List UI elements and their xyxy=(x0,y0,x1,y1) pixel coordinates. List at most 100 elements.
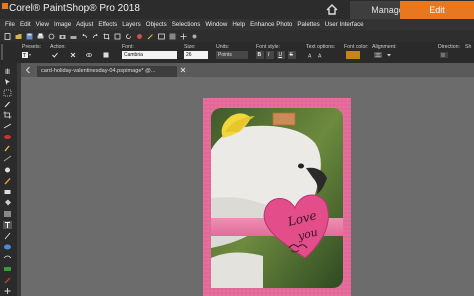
menu-objects[interactable]: Objects xyxy=(146,21,167,28)
svg-text:A: A xyxy=(308,54,312,59)
document-tab-bar: card-holiday-valentinesday-04.pspimage* … xyxy=(21,63,474,77)
grid-icon[interactable] xyxy=(180,33,187,40)
undo-icon[interactable] xyxy=(81,33,88,40)
menu-user-interface[interactable]: User Interface xyxy=(325,21,364,28)
scratch-remover-icon[interactable] xyxy=(3,155,12,163)
direction-icon[interactable] xyxy=(440,52,448,58)
align-center-icon[interactable] xyxy=(374,52,382,58)
subscript-icon[interactable]: A xyxy=(318,52,324,59)
document-canvas[interactable]: Love you xyxy=(203,98,351,296)
menu-bar: File Edit View Image Adjust Effects Laye… xyxy=(0,19,474,30)
app-logo-icon xyxy=(2,3,8,9)
font-color-swatch[interactable] xyxy=(346,51,360,59)
rotate-icon[interactable] xyxy=(125,33,132,40)
save-icon[interactable] xyxy=(26,33,33,40)
pen-tool-icon[interactable] xyxy=(3,232,12,240)
menu-view[interactable]: View xyxy=(36,21,49,28)
action-label: Action: xyxy=(50,44,66,50)
gradient-tool-icon[interactable] xyxy=(3,210,12,218)
cancel-x-icon[interactable] xyxy=(70,52,76,58)
warp-tool-icon[interactable] xyxy=(3,254,12,262)
home-icon[interactable] xyxy=(323,2,341,17)
superscript-icon[interactable]: A xyxy=(308,52,314,59)
tab-edit[interactable]: Edit xyxy=(400,1,474,19)
align-dropdown-icon[interactable] xyxy=(386,52,392,58)
font-select[interactable]: Cambria xyxy=(122,51,177,59)
menu-file[interactable]: File xyxy=(5,21,15,28)
straighten-tool-icon[interactable] xyxy=(3,122,12,130)
text-tool-icon[interactable] xyxy=(3,221,12,229)
new-file-icon[interactable] xyxy=(4,32,11,40)
menu-layers[interactable]: Layers xyxy=(122,21,141,28)
menu-effects[interactable]: Effects xyxy=(98,21,117,28)
camera-icon[interactable] xyxy=(59,33,66,40)
svg-text:A: A xyxy=(318,54,322,59)
smart-fix-icon[interactable] xyxy=(147,33,154,40)
menu-edit[interactable]: Edit xyxy=(20,21,31,28)
text-path-icon[interactable] xyxy=(103,52,109,58)
tool-options-palette: Presets: T Action: Font: Cambria Size: 2… xyxy=(0,42,474,63)
size-select[interactable]: 26 xyxy=(184,51,208,59)
scroll-tabs-left-icon[interactable] xyxy=(24,66,32,74)
app-title: Corel® PaintShop® Pro 2018 xyxy=(9,3,140,14)
print-icon[interactable] xyxy=(37,33,44,40)
shape-tool-icon[interactable] xyxy=(3,243,12,251)
alignment-label: Alignment: xyxy=(372,44,397,50)
menu-palettes[interactable]: Palettes xyxy=(297,21,319,28)
fill-tool-icon[interactable] xyxy=(3,199,12,207)
pan-tool-icon[interactable] xyxy=(3,67,12,75)
font-label: Font: xyxy=(122,44,134,50)
units-label: Units: xyxy=(216,44,230,50)
show-label: Sh xyxy=(465,44,472,50)
presets-dropdown-icon[interactable]: T xyxy=(22,52,32,58)
underline-button[interactable]: U xyxy=(277,51,285,59)
open-folder-icon[interactable] xyxy=(15,33,22,40)
text-options-label: Text options: xyxy=(306,44,336,50)
magic-fill-icon[interactable] xyxy=(3,276,12,284)
paint-brush-icon[interactable] xyxy=(3,177,12,185)
title-bar: Corel® PaintShop® Pro 2018 Manage Edit xyxy=(0,0,474,19)
red-eye-tool-icon[interactable] xyxy=(3,133,12,141)
smart-carver-icon[interactable] xyxy=(3,265,12,273)
standard-toolbar xyxy=(0,30,474,42)
eraser-tool-icon[interactable] xyxy=(3,188,12,196)
share-icon[interactable] xyxy=(48,33,55,40)
redo-icon[interactable] xyxy=(92,33,99,40)
menu-window[interactable]: Window xyxy=(205,21,227,28)
resize-icon[interactable] xyxy=(114,33,121,40)
crop-tool-icon[interactable] xyxy=(3,111,12,119)
text-object-box[interactable] xyxy=(272,112,296,126)
clone-brush-icon[interactable] xyxy=(3,144,12,152)
visibility-eye-icon[interactable] xyxy=(86,52,92,58)
selection-tool-icon[interactable] xyxy=(3,89,12,97)
font-color-label: Font color: xyxy=(344,44,369,50)
color-balance-icon[interactable] xyxy=(136,33,143,40)
settings-icon[interactable] xyxy=(191,33,198,40)
menu-selections[interactable]: Selections xyxy=(172,21,201,28)
bold-button[interactable]: B xyxy=(256,51,264,59)
units-select[interactable]: Points xyxy=(216,51,248,59)
view-icon[interactable] xyxy=(158,33,165,40)
tools-toolbar xyxy=(0,63,17,296)
italic-button[interactable]: I xyxy=(266,51,274,59)
apply-check-icon[interactable] xyxy=(52,52,58,58)
document-tab[interactable]: card-holiday-valentinesday-04.pspimage* … xyxy=(37,66,177,77)
add-tool-icon[interactable] xyxy=(3,287,12,295)
pick-tool-icon[interactable] xyxy=(3,78,12,86)
crop-icon[interactable] xyxy=(103,33,110,40)
menu-enhance-photo[interactable]: Enhance Photo xyxy=(250,21,292,28)
strikethrough-button[interactable]: S xyxy=(288,51,296,59)
dodge-tool-icon[interactable] xyxy=(3,166,12,174)
presets-label: Presets: xyxy=(22,44,42,50)
direction-label: Direction: xyxy=(438,44,460,50)
palette-grip[interactable] xyxy=(1,44,3,60)
close-tab-icon[interactable] xyxy=(180,67,186,73)
fullscreen-icon[interactable] xyxy=(169,33,176,40)
menu-image[interactable]: Image xyxy=(54,21,71,28)
size-label: Size: xyxy=(184,44,196,50)
menu-help[interactable]: Help xyxy=(232,21,245,28)
scanner-icon[interactable] xyxy=(70,33,77,40)
font-style-label: Font style: xyxy=(256,44,280,50)
dropper-tool-icon[interactable] xyxy=(3,100,12,108)
menu-adjust[interactable]: Adjust xyxy=(76,21,93,28)
